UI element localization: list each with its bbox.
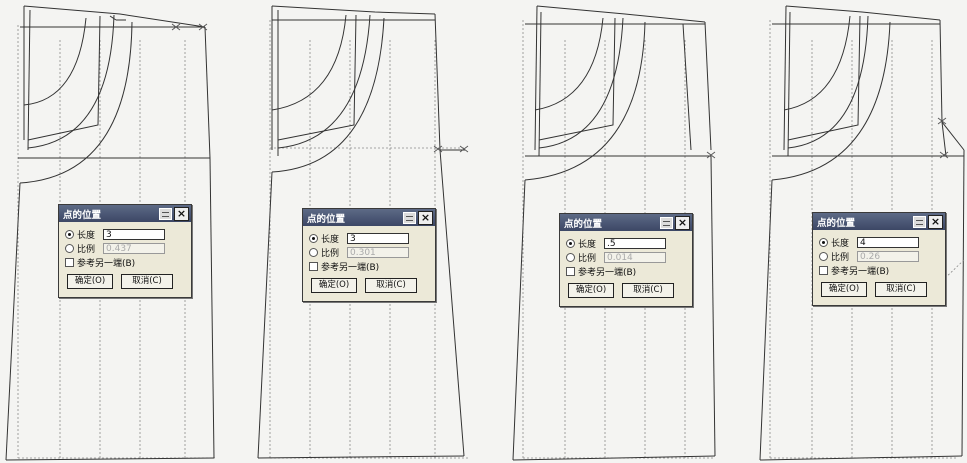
pattern-panel-3: 点的位置 × 长度 .5 比例 0.014 参考另一端(B) 确定(O) 取消(… — [505, 0, 735, 463]
length-label: 长度 — [831, 238, 850, 249]
length-input[interactable]: 3 — [103, 228, 165, 240]
ratio-radio[interactable] — [819, 251, 828, 261]
reference-other-end-label: 参考另一端(B) — [321, 262, 380, 273]
ratio-label: 比例 — [321, 248, 340, 259]
ratio-radio[interactable] — [566, 252, 575, 262]
cancel-button[interactable]: 取消(C) — [875, 282, 927, 297]
point-position-dialog-3[interactable]: 点的位置 × 长度 .5 比例 0.014 参考另一端(B) 确定(O) 取消(… — [559, 213, 693, 307]
length-input[interactable]: 4 — [857, 236, 919, 248]
dialog-title: 点的位置 — [63, 209, 102, 221]
dialog-titlebar[interactable]: 点的位置 × — [303, 209, 435, 226]
ratio-input: 0.26 — [857, 250, 919, 262]
close-icon[interactable]: × — [174, 206, 189, 221]
length-radio[interactable] — [819, 237, 828, 247]
ratio-label: 比例 — [77, 244, 96, 255]
length-label: 长度 — [321, 234, 340, 245]
length-radio[interactable] — [309, 233, 318, 243]
dialog-title: 点的位置 — [564, 218, 603, 230]
dialog-titlebar[interactable]: 点的位置 × — [59, 205, 191, 222]
dialog-title: 点的位置 — [817, 217, 856, 229]
pattern-panel-1: 点的位置 × 长度 3 比例 0.437 参考另一端(B) 确定(O) 取消(C… — [0, 0, 240, 463]
reference-other-end-checkbox[interactable] — [309, 261, 318, 271]
dialog-titlebar[interactable]: 点的位置 × — [813, 213, 945, 230]
ok-button[interactable]: 确定(O) — [311, 278, 357, 293]
ok-button[interactable]: 确定(O) — [821, 282, 867, 297]
reference-other-end-checkbox[interactable] — [566, 266, 575, 276]
length-radio[interactable] — [65, 229, 74, 239]
cancel-button[interactable]: 取消(C) — [121, 274, 173, 289]
ok-button[interactable]: 确定(O) — [67, 274, 113, 289]
length-radio[interactable] — [566, 238, 575, 248]
length-input[interactable]: 3 — [347, 232, 409, 244]
length-label: 长度 — [578, 239, 597, 250]
reference-other-end-label: 参考另一端(B) — [831, 266, 890, 277]
point-position-dialog-2[interactable]: 点的位置 × 长度 3 比例 0.301 参考另一端(B) 确定(O) 取消(C… — [302, 208, 436, 302]
minimize-icon[interactable] — [913, 215, 926, 228]
dialog-title: 点的位置 — [307, 213, 346, 225]
reference-other-end-label: 参考另一端(B) — [578, 267, 637, 278]
ratio-label: 比例 — [578, 253, 597, 264]
close-icon[interactable]: × — [928, 214, 943, 229]
dialog-titlebar[interactable]: 点的位置 × — [560, 214, 692, 231]
close-icon[interactable]: × — [675, 215, 690, 230]
reference-other-end-label: 参考另一端(B) — [77, 258, 136, 269]
ok-button[interactable]: 确定(O) — [568, 283, 614, 298]
close-icon[interactable]: × — [418, 210, 433, 225]
ratio-radio[interactable] — [65, 243, 74, 253]
reference-other-end-checkbox[interactable] — [65, 257, 74, 267]
ratio-input: 0.437 — [103, 242, 165, 254]
length-input[interactable]: .5 — [604, 237, 666, 249]
ratio-input: 0.014 — [604, 251, 666, 263]
ratio-radio[interactable] — [309, 247, 318, 257]
pattern-panel-2: 点的位置 × 长度 3 比例 0.301 参考另一端(B) 确定(O) 取消(C… — [250, 0, 490, 463]
ratio-label: 比例 — [831, 252, 850, 263]
minimize-icon[interactable] — [660, 216, 673, 229]
minimize-icon[interactable] — [159, 207, 172, 220]
length-label: 长度 — [77, 230, 96, 241]
minimize-icon[interactable] — [403, 211, 416, 224]
pattern-panel-4: 点的位置 × 长度 4 比例 0.26 参考另一端(B) 确定(O) 取消(C) — [752, 0, 967, 463]
ratio-input: 0.301 — [347, 246, 409, 258]
reference-other-end-checkbox[interactable] — [819, 265, 828, 275]
cancel-button[interactable]: 取消(C) — [365, 278, 417, 293]
point-position-dialog-1[interactable]: 点的位置 × 长度 3 比例 0.437 参考另一端(B) 确定(O) 取消(C… — [58, 204, 192, 298]
cancel-button[interactable]: 取消(C) — [622, 283, 674, 298]
point-position-dialog-4[interactable]: 点的位置 × 长度 4 比例 0.26 参考另一端(B) 确定(O) 取消(C) — [812, 212, 946, 306]
